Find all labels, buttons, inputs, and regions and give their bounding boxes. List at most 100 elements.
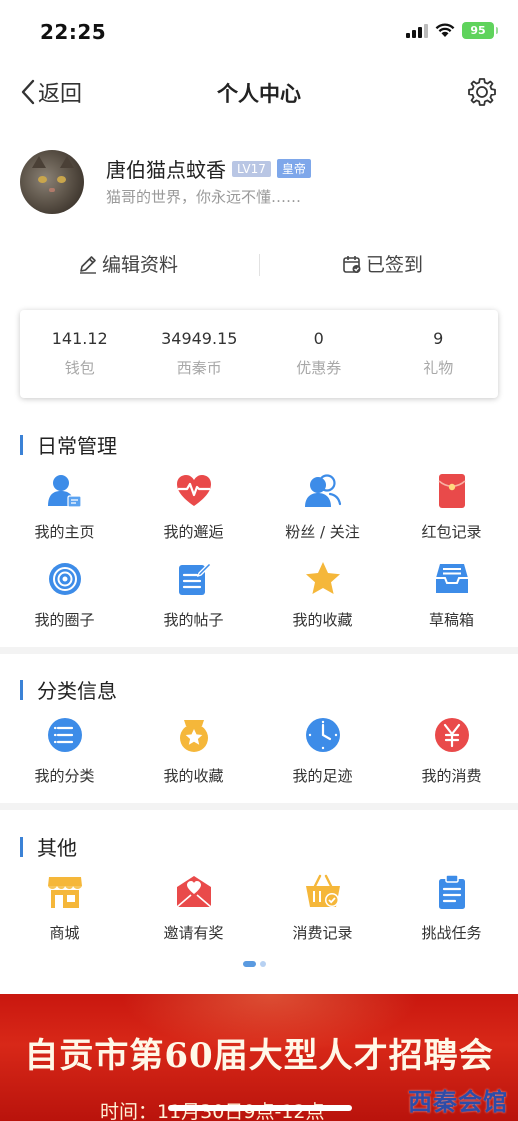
promo-banner[interactable]: 自贡市第60届大型人才招聘会 时间：11月30日9点-12点 西秦会馆 [0,994,518,1121]
user-signature: 猫哥的世界，你永远不懂…… [106,188,302,206]
edit-profile-button[interactable]: 编辑资料 [78,250,178,277]
grid-item-footprints[interactable]: 我的足迹 [258,716,387,786]
back-button[interactable]: 返回 [20,76,82,108]
status-icons: 95 [406,22,498,39]
divider [259,254,260,276]
section-header: 分类信息 [20,675,117,704]
section-accent [20,434,23,455]
section-daily: 日常管理 我的主页 我的邂逅 粉丝 / 关注 红包记录 我的圈子 我的帖子 我的… [0,430,518,646]
settings-button[interactable] [466,76,498,112]
stat-wallet[interactable]: 141.12 钱包 [20,310,140,398]
battery-icon: 95 [462,22,498,39]
grid-item-label: 粉丝 / 关注 [285,523,360,541]
profile-header: 唐伯猫点蚊香 LV17 皇帝 猫哥的世界，你永远不懂…… [20,150,500,220]
grid-item-label: 我的分类 [34,767,95,785]
grid-item-circles[interactable]: 我的圈子 [0,560,129,630]
page-dot [260,961,266,967]
stat-value: 141.12 [51,329,108,348]
stat-label: 西秦币 [176,359,222,377]
grid-item-label: 我的帖子 [163,611,224,629]
pencil-icon [80,255,96,274]
section-title: 分类信息 [37,679,117,703]
grid-item-label: 我的消费 [421,767,482,785]
level-badge: LV17 [232,160,271,177]
rank-badge: 皇帝 [276,159,311,178]
person-card-icon [47,475,82,508]
star-icon [305,562,340,594]
stats-card: 141.12 钱包 34949.15 西秦币 0 优惠券 9 礼物 [20,310,498,398]
circle-target-icon [48,563,81,595]
clock-icon [305,718,340,752]
followers-icon [304,474,341,507]
clipboard-icon [438,874,465,909]
section-accent [20,679,23,700]
stat-coins[interactable]: 34949.15 西秦币 [140,310,260,398]
grid-item-purchase-records[interactable]: 消费记录 [258,873,387,943]
section-header: 其他 [20,832,77,861]
section-category: 分类信息 我的分类 我的收藏 我的足迹 我的消费 [0,675,518,795]
profile-actions: 编辑资料 已签到 [0,244,518,288]
list-icon [47,718,82,752]
grid-item-label: 消费记录 [292,924,353,942]
watermark-logo: 西秦会馆 [408,1088,508,1116]
signal-icon [406,23,428,38]
grid-item-label: 我的足迹 [292,767,353,785]
stat-label: 礼物 [423,359,454,377]
stat-label: 钱包 [64,359,95,377]
gear-icon [468,78,496,106]
grid-item-followers[interactable]: 粉丝 / 关注 [258,472,387,542]
grid-item-favorites[interactable]: 我的收藏 [258,560,387,630]
grid-item-encounters[interactable]: 我的邂逅 [129,472,258,542]
grid-item-posts[interactable]: 我的帖子 [129,560,258,630]
grid-item-my-collection[interactable]: 我的收藏 [129,716,258,786]
post-edit-icon [178,562,212,595]
grid-item-my-category[interactable]: 我的分类 [0,716,129,786]
stat-value: 34949.15 [161,329,238,348]
wifi-icon [435,23,455,37]
grid-item-spending[interactable]: 我的消费 [387,716,516,786]
section-gap [0,647,518,654]
signin-label: 已签到 [366,254,424,276]
grid-item-homepage[interactable]: 我的主页 [0,472,129,542]
status-time: 22:25 [40,20,107,44]
grid-item-red-envelope[interactable]: 红包记录 [387,472,516,542]
user-line: 唐伯猫点蚊香 LV17 皇帝 [106,154,311,183]
section-title: 其他 [37,836,77,860]
section-header: 日常管理 [20,430,117,459]
section-gap [0,803,518,810]
shop-icon [47,877,82,908]
stat-coupons[interactable]: 0 优惠券 [259,310,379,398]
stat-gifts[interactable]: 9 礼物 [379,310,499,398]
yen-icon [434,718,469,752]
grid-item-drafts[interactable]: 草稿箱 [387,560,516,630]
section-title: 日常管理 [37,434,117,458]
grid-item-label: 我的邂逅 [163,523,224,541]
signin-button[interactable]: 已签到 [342,250,423,277]
stat-value: 9 [433,329,444,348]
section-accent [20,836,23,857]
grid-item-invite[interactable]: 邀请有奖 [129,873,258,943]
grid-item-label: 我的收藏 [163,767,224,785]
stat-value: 0 [313,329,324,348]
basket-check-icon [305,874,340,907]
grid-item-label: 邀请有奖 [163,924,224,942]
back-label: 返回 [38,82,83,107]
star-bag-icon [179,720,208,752]
grid-item-label: 我的收藏 [292,611,353,629]
grid-item-shop[interactable]: 商城 [0,873,129,943]
home-indicator[interactable] [168,1105,352,1111]
grid-item-label: 挑战任务 [421,924,482,942]
grid-item-label: 我的圈子 [34,611,95,629]
section-other: 其他 商城 邀请有奖 消费记录 挑战任务 [0,832,518,952]
grid-item-label: 商城 [49,924,80,942]
page-indicator[interactable] [243,961,266,967]
page-dot-active [243,961,256,967]
grid-item-label: 红包记录 [421,523,482,541]
grid-item-challenges[interactable]: 挑战任务 [387,873,516,943]
edit-profile-label: 编辑资料 [102,254,179,276]
nav-bar: 返回 个人中心 [0,64,518,120]
grid-item-label: 草稿箱 [428,611,474,629]
username: 唐伯猫点蚊香 [106,158,226,182]
avatar[interactable] [20,150,84,214]
inbox-tray-icon [435,564,468,593]
